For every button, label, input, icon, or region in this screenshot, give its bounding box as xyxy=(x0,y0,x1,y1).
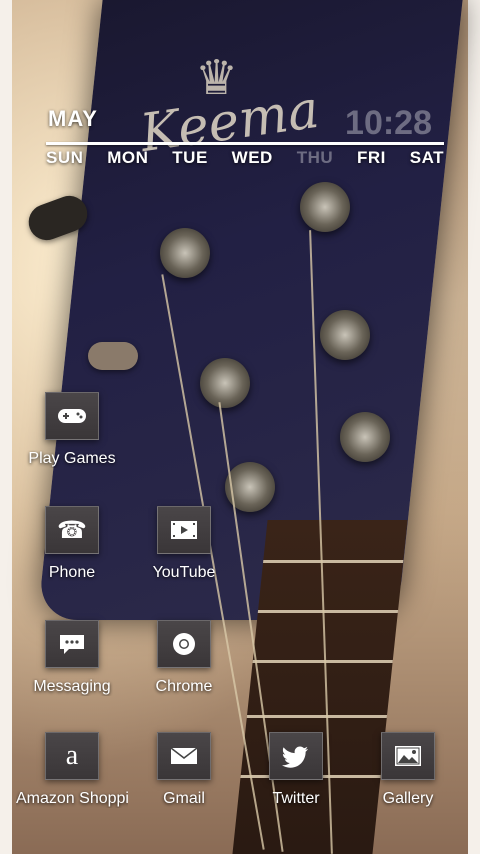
wallpaper-peg xyxy=(320,310,370,360)
app-gmail[interactable]: Gmail xyxy=(128,732,240,808)
app-messaging[interactable]: Messaging xyxy=(16,620,128,696)
wallpaper-peg xyxy=(160,228,210,278)
app-label: Chrome xyxy=(155,678,213,695)
amazon-icon: a xyxy=(45,732,99,780)
app-twitter[interactable]: Twitter xyxy=(240,732,352,808)
app-play-games[interactable]: Play Games xyxy=(16,392,128,468)
app-youtube[interactable]: YouTube xyxy=(128,506,240,582)
chrome-icon xyxy=(157,620,211,668)
weekday-mon: MON xyxy=(107,148,149,167)
app-label: Amazon Shoppi xyxy=(16,790,128,807)
app-label: Gallery xyxy=(382,790,434,807)
clock-time: 10:28 xyxy=(345,104,432,142)
weekday-thu: THU xyxy=(296,148,334,167)
mail-icon xyxy=(157,732,211,780)
home-screen: ♛ Keema MAY 10:28 SUN MON TUE WED THU FR… xyxy=(0,0,480,854)
gamepad-icon xyxy=(45,392,99,440)
app-label: YouTube xyxy=(152,564,216,581)
app-amazon[interactable]: a Amazon Shoppi xyxy=(16,732,128,808)
app-chrome[interactable]: Chrome xyxy=(128,620,240,696)
weekday-wed: WED xyxy=(231,148,273,167)
app-gallery[interactable]: Gallery xyxy=(352,732,464,808)
app-label: Gmail xyxy=(163,790,205,807)
weekday-tue: TUE xyxy=(172,148,208,167)
right-frame xyxy=(468,0,480,854)
app-label: Phone xyxy=(48,564,96,581)
wallpaper-tuner xyxy=(88,342,138,370)
widget-divider xyxy=(46,142,444,145)
weekday-fri: FRI xyxy=(357,148,386,167)
youtube-icon xyxy=(157,506,211,554)
twitter-icon xyxy=(269,732,323,780)
app-label: Play Games xyxy=(28,450,116,467)
app-phone[interactable]: ☎ Phone xyxy=(16,506,128,582)
message-icon xyxy=(45,620,99,668)
weekday-row: SUN MON TUE WED THU FRI SAT xyxy=(46,148,444,168)
app-label: Messaging xyxy=(33,678,111,695)
phone-icon: ☎ xyxy=(45,506,99,554)
gallery-icon xyxy=(381,732,435,780)
app-label: Twitter xyxy=(272,790,320,807)
wallpaper-peg xyxy=(340,412,390,462)
weekday-sun: SUN xyxy=(46,148,84,167)
month-label: MAY xyxy=(48,106,98,131)
wallpaper-peg xyxy=(200,358,250,408)
wallpaper-peg xyxy=(300,182,350,232)
left-frame xyxy=(0,0,12,854)
weekday-sat: SAT xyxy=(409,148,444,167)
